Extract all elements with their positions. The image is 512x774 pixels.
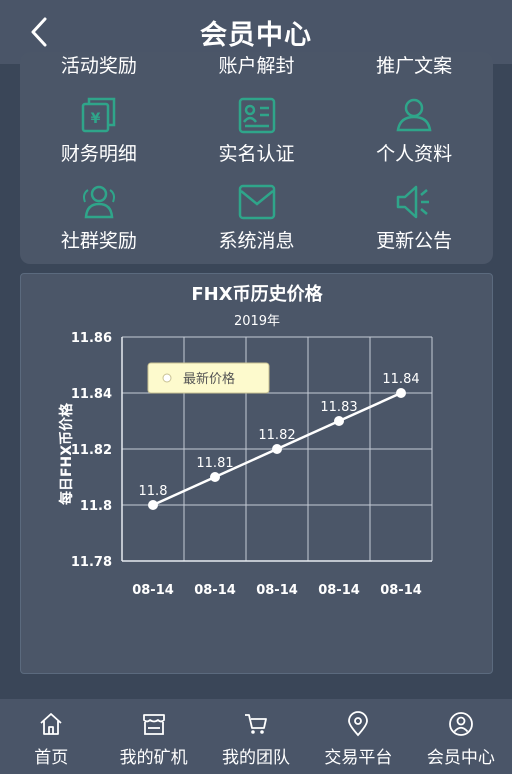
home-icon: [40, 713, 62, 735]
menu-item-promo-copy[interactable]: 推广文案: [335, 57, 493, 76]
page-title: 会员中心: [200, 19, 312, 51]
menu-item-label: 个人资料: [376, 143, 453, 165]
data-label: 11.81: [196, 456, 233, 471]
member-menu-card: 活动奖励 账户解封 推广文案 ¥ 财务明细 实名认证 个人资料 社群奖励 系统消…: [20, 52, 493, 264]
x-tick-label: 08-14: [256, 583, 298, 598]
store-icon: [142, 714, 165, 735]
y-axis-label: 每日FHX币价格: [58, 402, 75, 505]
menu-item-label: 社群奖励: [60, 230, 137, 252]
chart-legend[interactable]: 最新价格: [147, 362, 270, 394]
tab-label: 首页: [34, 748, 69, 768]
tab-label: 我的团队: [222, 748, 291, 768]
price-line-chart: 11.78 11.8 11.82 11.84 11.86 08-14 08-14 08-14 0…: [58, 283, 433, 598]
menu-item-system-message[interactable]: 系统消息: [178, 182, 336, 253]
location-icon: [348, 711, 369, 737]
svg-text:¥: ¥: [90, 111, 100, 127]
x-tick-label: 08-14: [380, 583, 422, 598]
data-label: 11.82: [258, 428, 295, 443]
speaker-icon: [396, 185, 430, 219]
group-icon: [82, 185, 115, 219]
bottom-tab-bar: 首页 我的矿机 我的团队 交易平台 会员中心: [0, 699, 512, 774]
tab-member-center[interactable]: 会员中心: [410, 699, 512, 774]
menu-item-announcement[interactable]: 更新公告: [335, 182, 493, 253]
tab-my-miner[interactable]: 我的矿机: [102, 699, 204, 774]
y-tick-label: 11.86: [71, 331, 112, 346]
data-label: 11.84: [382, 372, 419, 387]
chart-title: FHX币历史价格: [191, 283, 323, 305]
back-arrow-icon[interactable]: [26, 14, 56, 50]
menu-item-profile[interactable]: 个人资料: [335, 95, 493, 166]
legend-marker: [162, 373, 172, 383]
data-point: [272, 444, 282, 454]
menu-item-label: 系统消息: [218, 230, 295, 252]
data-point: [334, 416, 344, 426]
y-tick-label: 11.82: [71, 443, 112, 458]
id-card-icon: [238, 97, 275, 134]
y-tick-label: 11.78: [71, 555, 112, 570]
user-icon: [396, 98, 432, 132]
tab-trading[interactable]: 交易平台: [307, 699, 409, 774]
tab-label: 我的矿机: [119, 748, 188, 768]
menu-item-label: 实名认证: [218, 143, 295, 165]
finance-icon: ¥: [81, 97, 116, 133]
menu-item-label: 更新公告: [376, 230, 453, 252]
tab-home[interactable]: 首页: [0, 699, 102, 774]
data-point: [210, 472, 220, 482]
scrolled-menu-row: 活动奖励 账户解封 推广文案: [20, 52, 493, 76]
legend-label: 最新价格: [183, 371, 235, 387]
price-chart-card: 11.78 11.8 11.82 11.84 11.86 08-14 08-14 08-14 0…: [20, 273, 493, 674]
y-tick-label: 11.8: [80, 499, 112, 514]
data-point: [148, 500, 158, 510]
mail-icon: [238, 184, 275, 220]
tab-label: 交易平台: [324, 748, 393, 768]
cart-icon: [245, 714, 267, 734]
menu-item-community-reward[interactable]: 社群奖励: [20, 182, 178, 253]
menu-item-finance[interactable]: ¥ 财务明细: [20, 95, 178, 166]
data-label: 11.8: [139, 484, 168, 499]
menu-item-activity-reward[interactable]: 活动奖励: [20, 57, 178, 76]
data-point: [396, 388, 406, 398]
x-tick-label: 08-14: [132, 583, 174, 598]
x-tick-label: 08-14: [194, 583, 236, 598]
menu-item-account-unblock[interactable]: 账户解封: [178, 57, 336, 76]
profile-icon: [448, 712, 473, 736]
menu-item-label: 财务明细: [60, 143, 137, 165]
menu-item-verification[interactable]: 实名认证: [178, 95, 336, 166]
x-tick-label: 08-14: [318, 583, 360, 598]
tab-my-team[interactable]: 我的团队: [205, 699, 307, 774]
y-tick-label: 11.84: [71, 387, 112, 402]
data-label: 11.83: [320, 400, 357, 415]
tab-label: 会员中心: [426, 748, 495, 768]
chart-subtitle: 2019年: [234, 314, 280, 329]
